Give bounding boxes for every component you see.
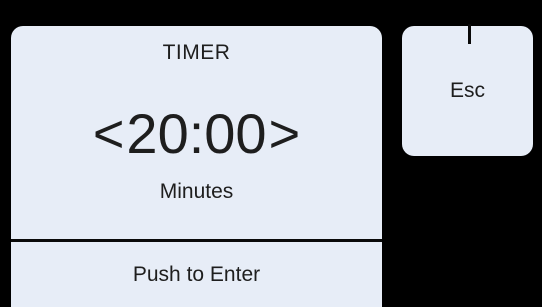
timer-value-row: < 20:00 >	[11, 98, 382, 170]
timer-panel: TIMER < 20:00 > Minutes Push to Enter	[11, 26, 382, 307]
increase-time-button[interactable]: >	[267, 107, 303, 161]
push-to-enter-button[interactable]: Push to Enter	[11, 242, 382, 307]
timer-value: 20:00	[126, 102, 267, 165]
esc-button[interactable]: Esc	[402, 26, 533, 156]
esc-indicator-tick	[468, 24, 471, 44]
timer-title: TIMER	[162, 41, 231, 64]
decrease-time-button[interactable]: <	[91, 107, 127, 161]
timer-screen: TIMER < 20:00 > Minutes Push to Enter Es…	[0, 0, 542, 307]
timer-unit-label: Minutes	[159, 180, 234, 203]
